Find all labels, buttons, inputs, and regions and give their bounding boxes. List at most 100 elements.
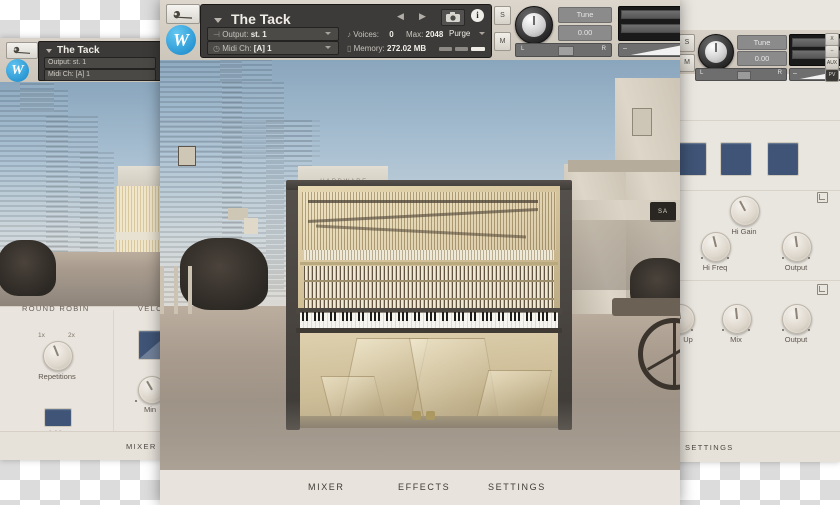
piano-bridge-1: [308, 200, 538, 203]
volume-minus[interactable]: –: [623, 45, 627, 52]
neighbour-borrowing-toggle[interactable]: [44, 408, 72, 427]
midich-dropdown-icon[interactable]: [325, 46, 331, 49]
left-output-value: st. 1: [72, 59, 87, 66]
tab-settings[interactable]: SETTINGS: [488, 482, 546, 492]
left-midich-value: [A] 1: [75, 71, 91, 78]
right-tab-settings[interactable]: SETTINGS: [685, 443, 734, 452]
piano-dampers: [304, 250, 554, 260]
preset-square-2[interactable]: [720, 142, 752, 176]
wrench-icon[interactable]: [166, 4, 200, 24]
right-instrument-panel: S M Tune 0.00 L R – + X – AUX PV Hi Gain: [677, 0, 840, 462]
round-robin-section-title: ROUND ROBIN: [22, 304, 90, 313]
kontakt-header: W The Tack ◀ ▶ i ⊣ Output: st. 1 ◷ Midi …: [160, 0, 680, 60]
purge-label[interactable]: Purge: [449, 29, 470, 38]
wrench-icon[interactable]: [6, 42, 38, 59]
info-icon[interactable]: i: [471, 9, 484, 22]
mute-button-right[interactable]: M: [679, 54, 695, 72]
left-panel-footer: MIXER: [0, 431, 163, 460]
building-left-roof: [220, 60, 272, 84]
main-footer-tabs: MIXER EFFECTS SETTINGS: [160, 470, 680, 505]
right-divider-3: [677, 280, 840, 281]
pan-left-label: L: [700, 70, 704, 76]
volume-slider[interactable]: – +: [618, 43, 680, 57]
output-eq-label: Output: [784, 263, 808, 272]
fence-left: [160, 266, 200, 314]
max-value: 2048: [425, 30, 444, 39]
up-label: Up: [683, 335, 693, 344]
purge-view-button-right[interactable]: PV: [825, 69, 839, 82]
repetitions-knob[interactable]: [43, 341, 73, 371]
output-dropdown-icon[interactable]: [325, 32, 331, 35]
purge-led-3: [471, 47, 485, 51]
left-instrument-panel: W The Tack Output: st. 1 Midi Ch: [A] 1 …: [0, 38, 163, 460]
left-instrument-title: The Tack: [57, 45, 100, 56]
piano-rail: [300, 262, 558, 265]
output-fx-label: Output: [784, 335, 808, 344]
voices-label: Voices:: [353, 30, 380, 39]
right-divider-1: [677, 120, 840, 121]
mute-button[interactable]: M: [494, 32, 511, 51]
repetitions-tick-max: 2x: [68, 332, 75, 339]
preset-square-3[interactable]: [767, 142, 799, 176]
prev-preset-icon[interactable]: ◀: [397, 11, 404, 22]
kontakt-logo: W: [166, 25, 196, 55]
repetitions-knob-label: Repetitions: [38, 372, 76, 381]
solo-button[interactable]: S: [494, 6, 511, 25]
memory-label: Memory:: [353, 44, 385, 53]
window-right-1: [632, 108, 652, 136]
output-meter: [618, 6, 680, 41]
foreground-haze: [160, 400, 680, 470]
repetitions-tick-min: 1x: [38, 332, 45, 339]
piano-hammer-rail-2: [304, 298, 554, 300]
piano-hammer-rail-1: [304, 280, 554, 282]
purge-led-2: [455, 47, 468, 51]
left-output-label: Output:: [48, 59, 71, 66]
building-right-eave: [568, 160, 680, 172]
piano-black-keys[interactable]: [302, 312, 556, 321]
preset-square-1[interactable]: [677, 142, 707, 176]
piano-hammers: [304, 266, 554, 308]
fx-power-icon[interactable]: [817, 284, 828, 295]
left-kontakt-header: W The Tack Output: st. 1 Midi Ch: [A] 1 …: [0, 38, 163, 82]
max-label: Max:: [405, 30, 424, 39]
instrument-header-box: The Tack ◀ ▶ i ⊣ Output: st. 1 ◷ Midi Ch…: [200, 4, 492, 58]
mix-label: Mix: [730, 335, 742, 344]
tab-mixer[interactable]: MIXER: [308, 482, 345, 492]
solo-button-right[interactable]: S: [679, 34, 695, 52]
piano-case-right: [558, 184, 572, 430]
output-label: Output:: [222, 30, 249, 39]
volume-minus-right[interactable]: –: [793, 70, 797, 77]
pan-right-label: R: [777, 70, 782, 76]
midich-label: Midi Ch:: [222, 44, 252, 53]
pan-left-label: L: [521, 46, 525, 52]
min-knob-dot: [135, 400, 137, 402]
pan-slider[interactable]: L R: [515, 43, 612, 57]
left-midich-label: Midi Ch:: [48, 71, 74, 78]
tune-label-right: Tune: [737, 35, 787, 50]
left-tab-mixer[interactable]: MIXER: [126, 442, 157, 451]
tune-value[interactable]: 0.00: [558, 25, 612, 41]
left-panel-artwork: [0, 82, 163, 306]
pan-slider-right[interactable]: L R: [695, 68, 787, 81]
instrument-volume-knob[interactable]: [515, 6, 553, 44]
output-value: st. 1: [250, 30, 267, 39]
left-instrument-header-box: The Tack Output: st. 1 Midi Ch: [A] 1 V …: [38, 41, 163, 81]
volume-knob-right[interactable]: [698, 34, 734, 70]
min-knob-label: Min: [143, 405, 157, 414]
next-preset-icon[interactable]: ▶: [419, 11, 426, 22]
chevron-down-icon[interactable]: [214, 18, 222, 23]
camera-icon[interactable]: [441, 9, 465, 26]
main-instrument-window: W The Tack ◀ ▶ i ⊣ Output: st. 1 ◷ Midi …: [160, 0, 680, 505]
midich-value: [A] 1: [253, 44, 272, 53]
tune-label: Tune: [558, 7, 612, 23]
window-left-1: [178, 146, 196, 166]
kontakt-logo: W: [6, 59, 29, 82]
purge-dropdown-icon[interactable]: [479, 32, 485, 35]
tune-value-right[interactable]: 0.00: [737, 51, 787, 66]
chevron-down-icon[interactable]: [46, 49, 52, 53]
purge-led-1: [439, 47, 452, 51]
tab-effects[interactable]: EFFECTS: [398, 482, 450, 492]
eq-power-icon[interactable]: [817, 192, 828, 203]
right-kontakt-header: S M Tune 0.00 L R – + X – AUX PV: [677, 30, 840, 82]
hi-gain-knob[interactable]: [730, 196, 760, 226]
